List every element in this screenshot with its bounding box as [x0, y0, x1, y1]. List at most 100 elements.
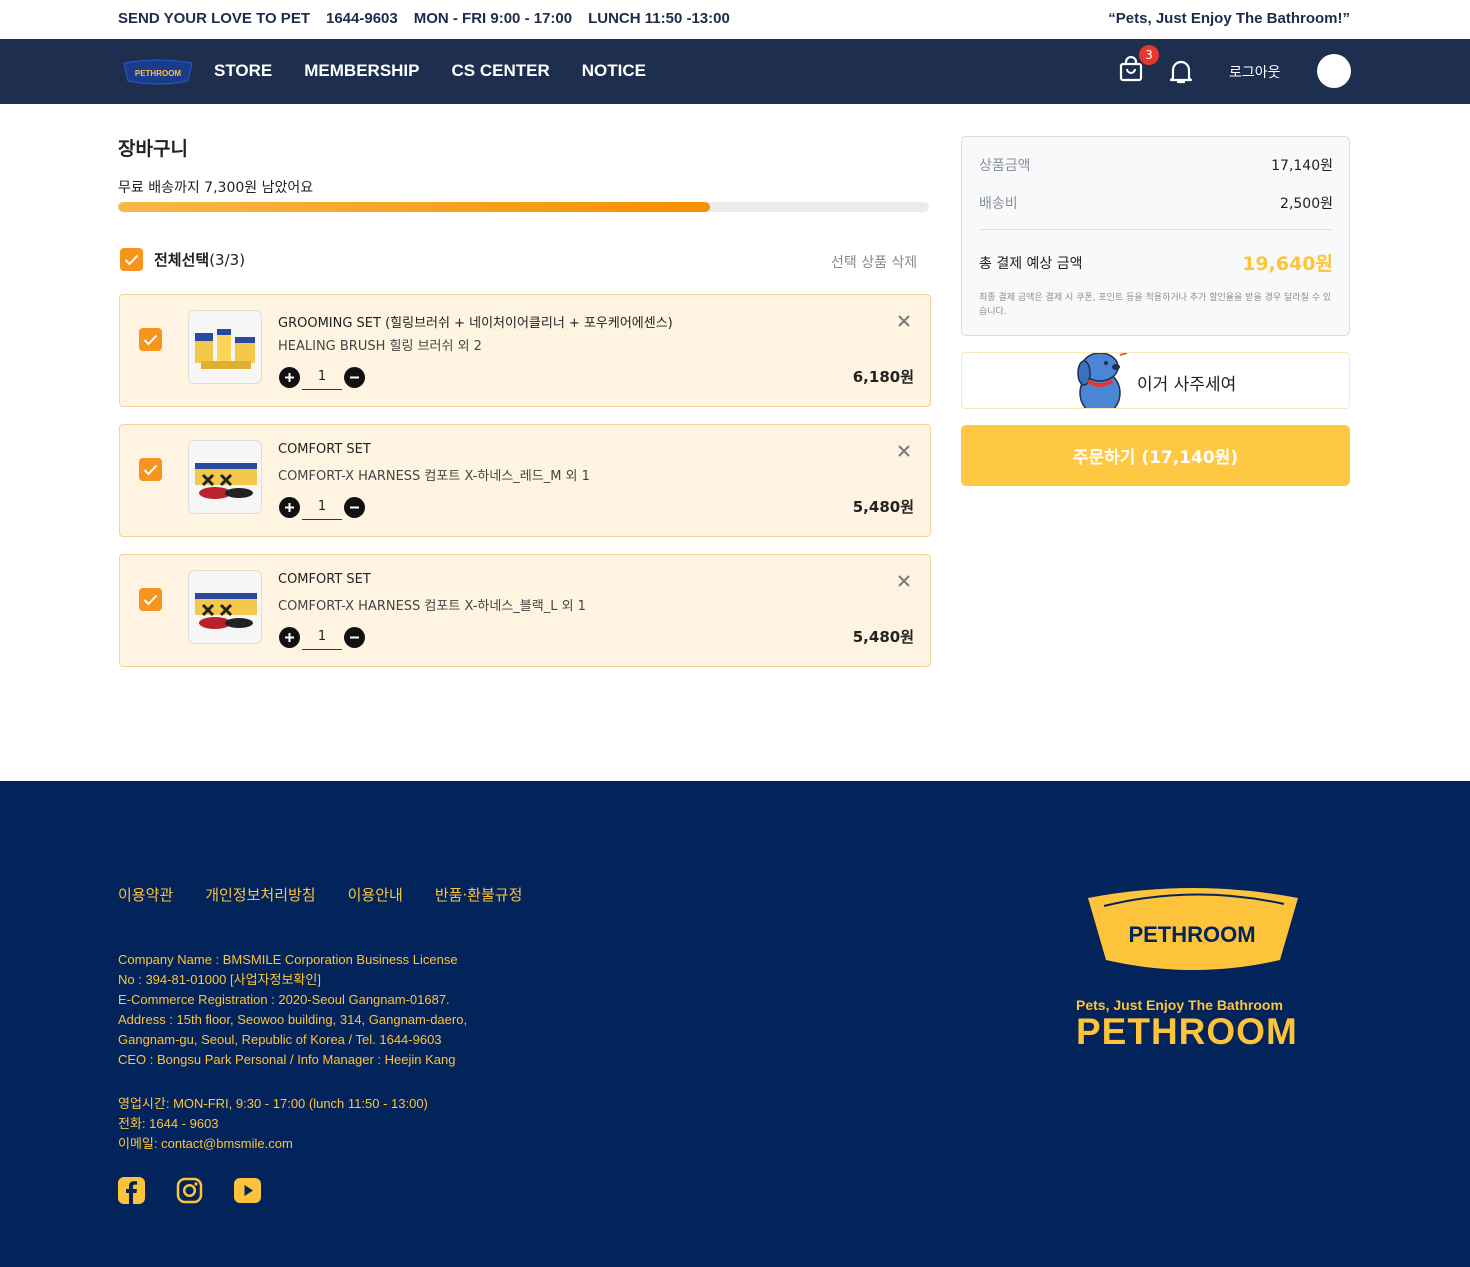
main-nav: PETHROOM STORE MEMBERSHIP CS CENTER NOTI…	[0, 39, 1470, 104]
item-checkbox[interactable]	[139, 458, 162, 481]
product-thumbnail[interactable]	[188, 440, 262, 514]
nav-cs-center[interactable]: CS CENTER	[452, 61, 550, 81]
order-summary: 상품금액 17,140원 배송비 2,500원 총 결제 예상 금액 19,64…	[961, 136, 1350, 336]
avatar[interactable]	[1317, 54, 1351, 88]
item-price: 5,480원	[852, 498, 914, 516]
quantity-input[interactable]	[302, 494, 342, 520]
nav-store[interactable]: STORE	[214, 61, 272, 81]
shipping-fee-label: 배송비	[979, 196, 1018, 212]
nav-notice[interactable]: NOTICE	[582, 61, 646, 81]
order-button[interactable]: 주문하기 (17,140원)	[961, 425, 1350, 486]
contact-email: 이메일: contact@bmsmile.com	[118, 1136, 293, 1151]
total-row: 총 결제 예상 금액 19,640원	[979, 249, 1333, 276]
company-info-line: Company Name : BMSMILE Corporation Busin…	[118, 952, 458, 967]
contact-info: 영업시간: MON-FRI, 9:30 - 17:00 (lunch 11:50…	[118, 1094, 428, 1154]
close-icon[interactable]	[896, 443, 912, 459]
free-shipping-text: 무료 배송까지 7,300원 남았어요	[118, 180, 314, 196]
footer-link-terms[interactable]: 이용약관	[118, 884, 173, 905]
bell-icon[interactable]	[1166, 56, 1196, 86]
top-info-bar: SEND YOUR LOVE TO PET 1644-9603 MON - FR…	[0, 0, 1470, 39]
select-all-checkbox[interactable]: 전체선택(3/3)	[120, 248, 245, 271]
close-icon[interactable]	[896, 573, 912, 589]
top-info-left: SEND YOUR LOVE TO PET 1644-9603 MON - FR…	[118, 10, 730, 27]
gift-request-button[interactable]: 이거 사주세여	[961, 352, 1350, 409]
total-value: 19,640원	[1242, 253, 1333, 275]
lunch-hours: LUNCH 11:50 -13:00	[588, 10, 730, 27]
quantity-stepper	[279, 624, 365, 650]
company-info-line: Address : 15th floor, Seowoo building, 3…	[118, 1012, 468, 1027]
summary-note: 최종 결제 금액은 결제 시 쿠폰, 포인트 등을 적용하거나 추가 할인율을 …	[979, 293, 1332, 318]
company-info-line: No : 394-81-01000 [사업자정보확인]	[118, 972, 321, 987]
checkbox-checked-icon	[120, 248, 143, 271]
slogan: SEND YOUR LOVE TO PET	[118, 10, 310, 27]
tagline: “Pets, Just Enjoy The Bathroom!”	[1108, 10, 1350, 27]
logo-text: PETHROOM	[135, 69, 182, 78]
nav-links: STORE MEMBERSHIP CS CENTER NOTICE	[214, 61, 646, 81]
quantity-decrease-button[interactable]	[344, 626, 365, 648]
quantity-increase-button[interactable]	[279, 626, 300, 648]
footer: 이용약관 개인정보처리방침 이용안내 반품·환불규정 Company Name …	[0, 781, 1470, 1267]
delete-selected-button[interactable]: 선택 상품 삭제	[831, 252, 917, 272]
page-title: 장바구니	[118, 138, 188, 160]
total-label: 총 결제 예상 금액	[979, 255, 1083, 272]
close-icon[interactable]	[896, 313, 912, 329]
product-name: COMFORT SET	[278, 572, 371, 587]
quantity-decrease-button[interactable]	[344, 496, 365, 518]
footer-link-refund[interactable]: 반품·환불규정	[435, 884, 523, 905]
footer-logo-text: PETHROOM	[1128, 922, 1255, 947]
quantity-increase-button[interactable]	[279, 496, 300, 518]
social-links	[118, 1177, 261, 1204]
product-amount-label: 상품금액	[979, 158, 1031, 174]
shipping-fee-value: 2,500원	[1280, 196, 1333, 212]
company-info: Company Name : BMSMILE Corporation Busin…	[118, 950, 490, 1070]
product-option: COMFORT-X HARNESS 컴포트 X-하네스_블랙_L 외 1	[278, 599, 586, 614]
select-all-text: 전체선택	[154, 251, 210, 269]
product-thumbnail[interactable]	[188, 570, 262, 644]
youtube-icon[interactable]	[234, 1177, 261, 1204]
summary-divider	[979, 229, 1333, 230]
item-checkbox[interactable]	[139, 328, 162, 351]
item-checkbox[interactable]	[139, 588, 162, 611]
footer-brand-name: PETHROOM	[1076, 1011, 1298, 1052]
facebook-icon[interactable]	[118, 1177, 145, 1204]
free-shipping-progress-fill	[118, 202, 711, 212]
select-all-label: 전체선택(3/3)	[154, 249, 245, 270]
cart-count-badge: 3	[1139, 45, 1159, 65]
product-thumbnail[interactable]	[188, 310, 262, 384]
company-info-line: E-Commerce Registration : 2020-Seoul Gan…	[118, 992, 450, 1007]
cart-item: GROOMING SET (힐링브러쉬 + 네이처이어클리너 + 포우케어에센스…	[119, 294, 931, 407]
cart-item: COMFORT SET COMFORT-X HARNESS 컴포트 X-하네스_…	[119, 424, 931, 537]
product-option: COMFORT-X HARNESS 컴포트 X-하네스_레드_M 외 1	[278, 469, 590, 484]
footer-link-privacy[interactable]: 개인정보처리방침	[205, 884, 315, 905]
quantity-input[interactable]	[302, 364, 342, 390]
item-price: 6,180원	[852, 368, 914, 386]
logo[interactable]: PETHROOM	[122, 57, 194, 87]
company-info-line: Gangnam-gu, Seoul, Republic of Korea / T…	[118, 1032, 442, 1047]
footer-links: 이용약관 개인정보처리방침 이용안내 반품·환불규정	[118, 884, 522, 905]
dog-mascot-icon	[1077, 353, 1128, 408]
shipping-fee-row: 배송비 2,500원	[979, 193, 1333, 213]
product-name: GROOMING SET (힐링브러쉬 + 네이처이어클리너 + 포우케어에센스…	[278, 316, 673, 331]
contact-phone: 전화: 1644 - 9603	[118, 1116, 219, 1131]
quantity-stepper	[279, 494, 365, 520]
business-hours: MON - FRI 9:00 - 17:00	[413, 10, 573, 27]
quantity-decrease-button[interactable]	[344, 366, 365, 388]
contact-hours: 영업시간: MON-FRI, 9:30 - 17:00 (lunch 11:50…	[118, 1096, 428, 1111]
footer-link-guide[interactable]: 이용안내	[348, 884, 403, 905]
gift-request-label: 이거 사주세여	[1137, 375, 1237, 395]
instagram-icon[interactable]	[176, 1177, 203, 1204]
nav-membership[interactable]: MEMBERSHIP	[304, 61, 419, 81]
quantity-input[interactable]	[302, 624, 342, 650]
product-name: COMFORT SET	[278, 442, 371, 457]
product-amount-value: 17,140원	[1271, 158, 1333, 174]
logout-button[interactable]: 로그아웃	[1229, 62, 1281, 82]
free-shipping-progress	[118, 202, 929, 212]
footer-logo: PETHROOM	[1088, 888, 1298, 970]
product-option: HEALING BRUSH 힐링 브러쉬 외 2	[278, 339, 482, 354]
product-amount-row: 상품금액 17,140원	[979, 155, 1333, 175]
phone: 1644-9603	[325, 10, 398, 27]
select-all-count: (3/3)	[209, 251, 246, 269]
item-price: 5,480원	[852, 628, 914, 646]
quantity-increase-button[interactable]	[279, 366, 300, 388]
company-info-line: CEO : Bongsu Park Personal / Info Manage…	[118, 1052, 456, 1067]
